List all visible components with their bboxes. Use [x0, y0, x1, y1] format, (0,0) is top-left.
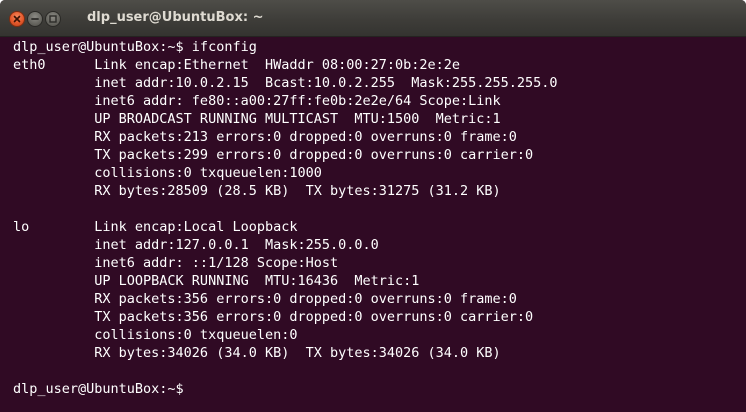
terminal-line: dlp_user@UbuntuBox:~$ — [13, 381, 184, 397]
title-bar[interactable]: dlp_user@UbuntuBox: ~ — [0, 0, 746, 37]
terminal-line: collisions:0 txqueuelen:0 — [13, 327, 298, 343]
terminal-line: eth0 Link encap:Ethernet HWaddr 08:00:27… — [13, 57, 461, 73]
terminal-line: TX packets:356 errors:0 dropped:0 overru… — [13, 309, 534, 325]
window-title: dlp_user@UbuntuBox: ~ — [87, 10, 264, 25]
terminal-window: dlp_user@UbuntuBox: ~ dlp_user@UbuntuBox… — [0, 0, 746, 412]
maximize-button[interactable] — [45, 11, 61, 27]
minimize-icon — [31, 18, 39, 20]
close-icon — [13, 15, 21, 23]
minimize-button[interactable] — [27, 11, 43, 27]
terminal-scrollbar[interactable] — [742, 38, 746, 412]
terminal-line: inet addr:127.0.0.1 Mask:255.0.0.0 — [13, 237, 379, 253]
terminal-line: dlp_user@UbuntuBox:~$ ifconfig — [13, 39, 257, 55]
terminal-line: TX packets:299 errors:0 dropped:0 overru… — [13, 147, 534, 163]
terminal-output[interactable]: dlp_user@UbuntuBox:~$ ifconfig eth0 Link … — [13, 38, 741, 410]
maximize-icon — [49, 15, 57, 23]
terminal-line: RX packets:356 errors:0 dropped:0 overru… — [13, 291, 517, 307]
terminal-line: UP LOOPBACK RUNNING MTU:16436 Metric:1 — [13, 273, 420, 289]
terminal-line: inet addr:10.0.2.15 Bcast:10.0.2.255 Mas… — [13, 75, 558, 91]
terminal-line: inet6 addr: ::1/128 Scope:Host — [13, 255, 339, 271]
close-button[interactable] — [9, 11, 25, 27]
terminal-line: RX packets:213 errors:0 dropped:0 overru… — [13, 129, 517, 145]
terminal-line: RX bytes:28509 (28.5 KB) TX bytes:31275 … — [13, 183, 501, 199]
terminal-line: lo Link encap:Local Loopback — [13, 219, 298, 235]
terminal-line: inet6 addr: fe80::a00:27ff:fe0b:2e2e/64 … — [13, 93, 501, 109]
terminal-line: RX bytes:34026 (34.0 KB) TX bytes:34026 … — [13, 345, 501, 361]
terminal-line: UP BROADCAST RUNNING MULTICAST MTU:1500 … — [13, 111, 501, 127]
terminal-line: collisions:0 txqueuelen:1000 — [13, 165, 322, 181]
